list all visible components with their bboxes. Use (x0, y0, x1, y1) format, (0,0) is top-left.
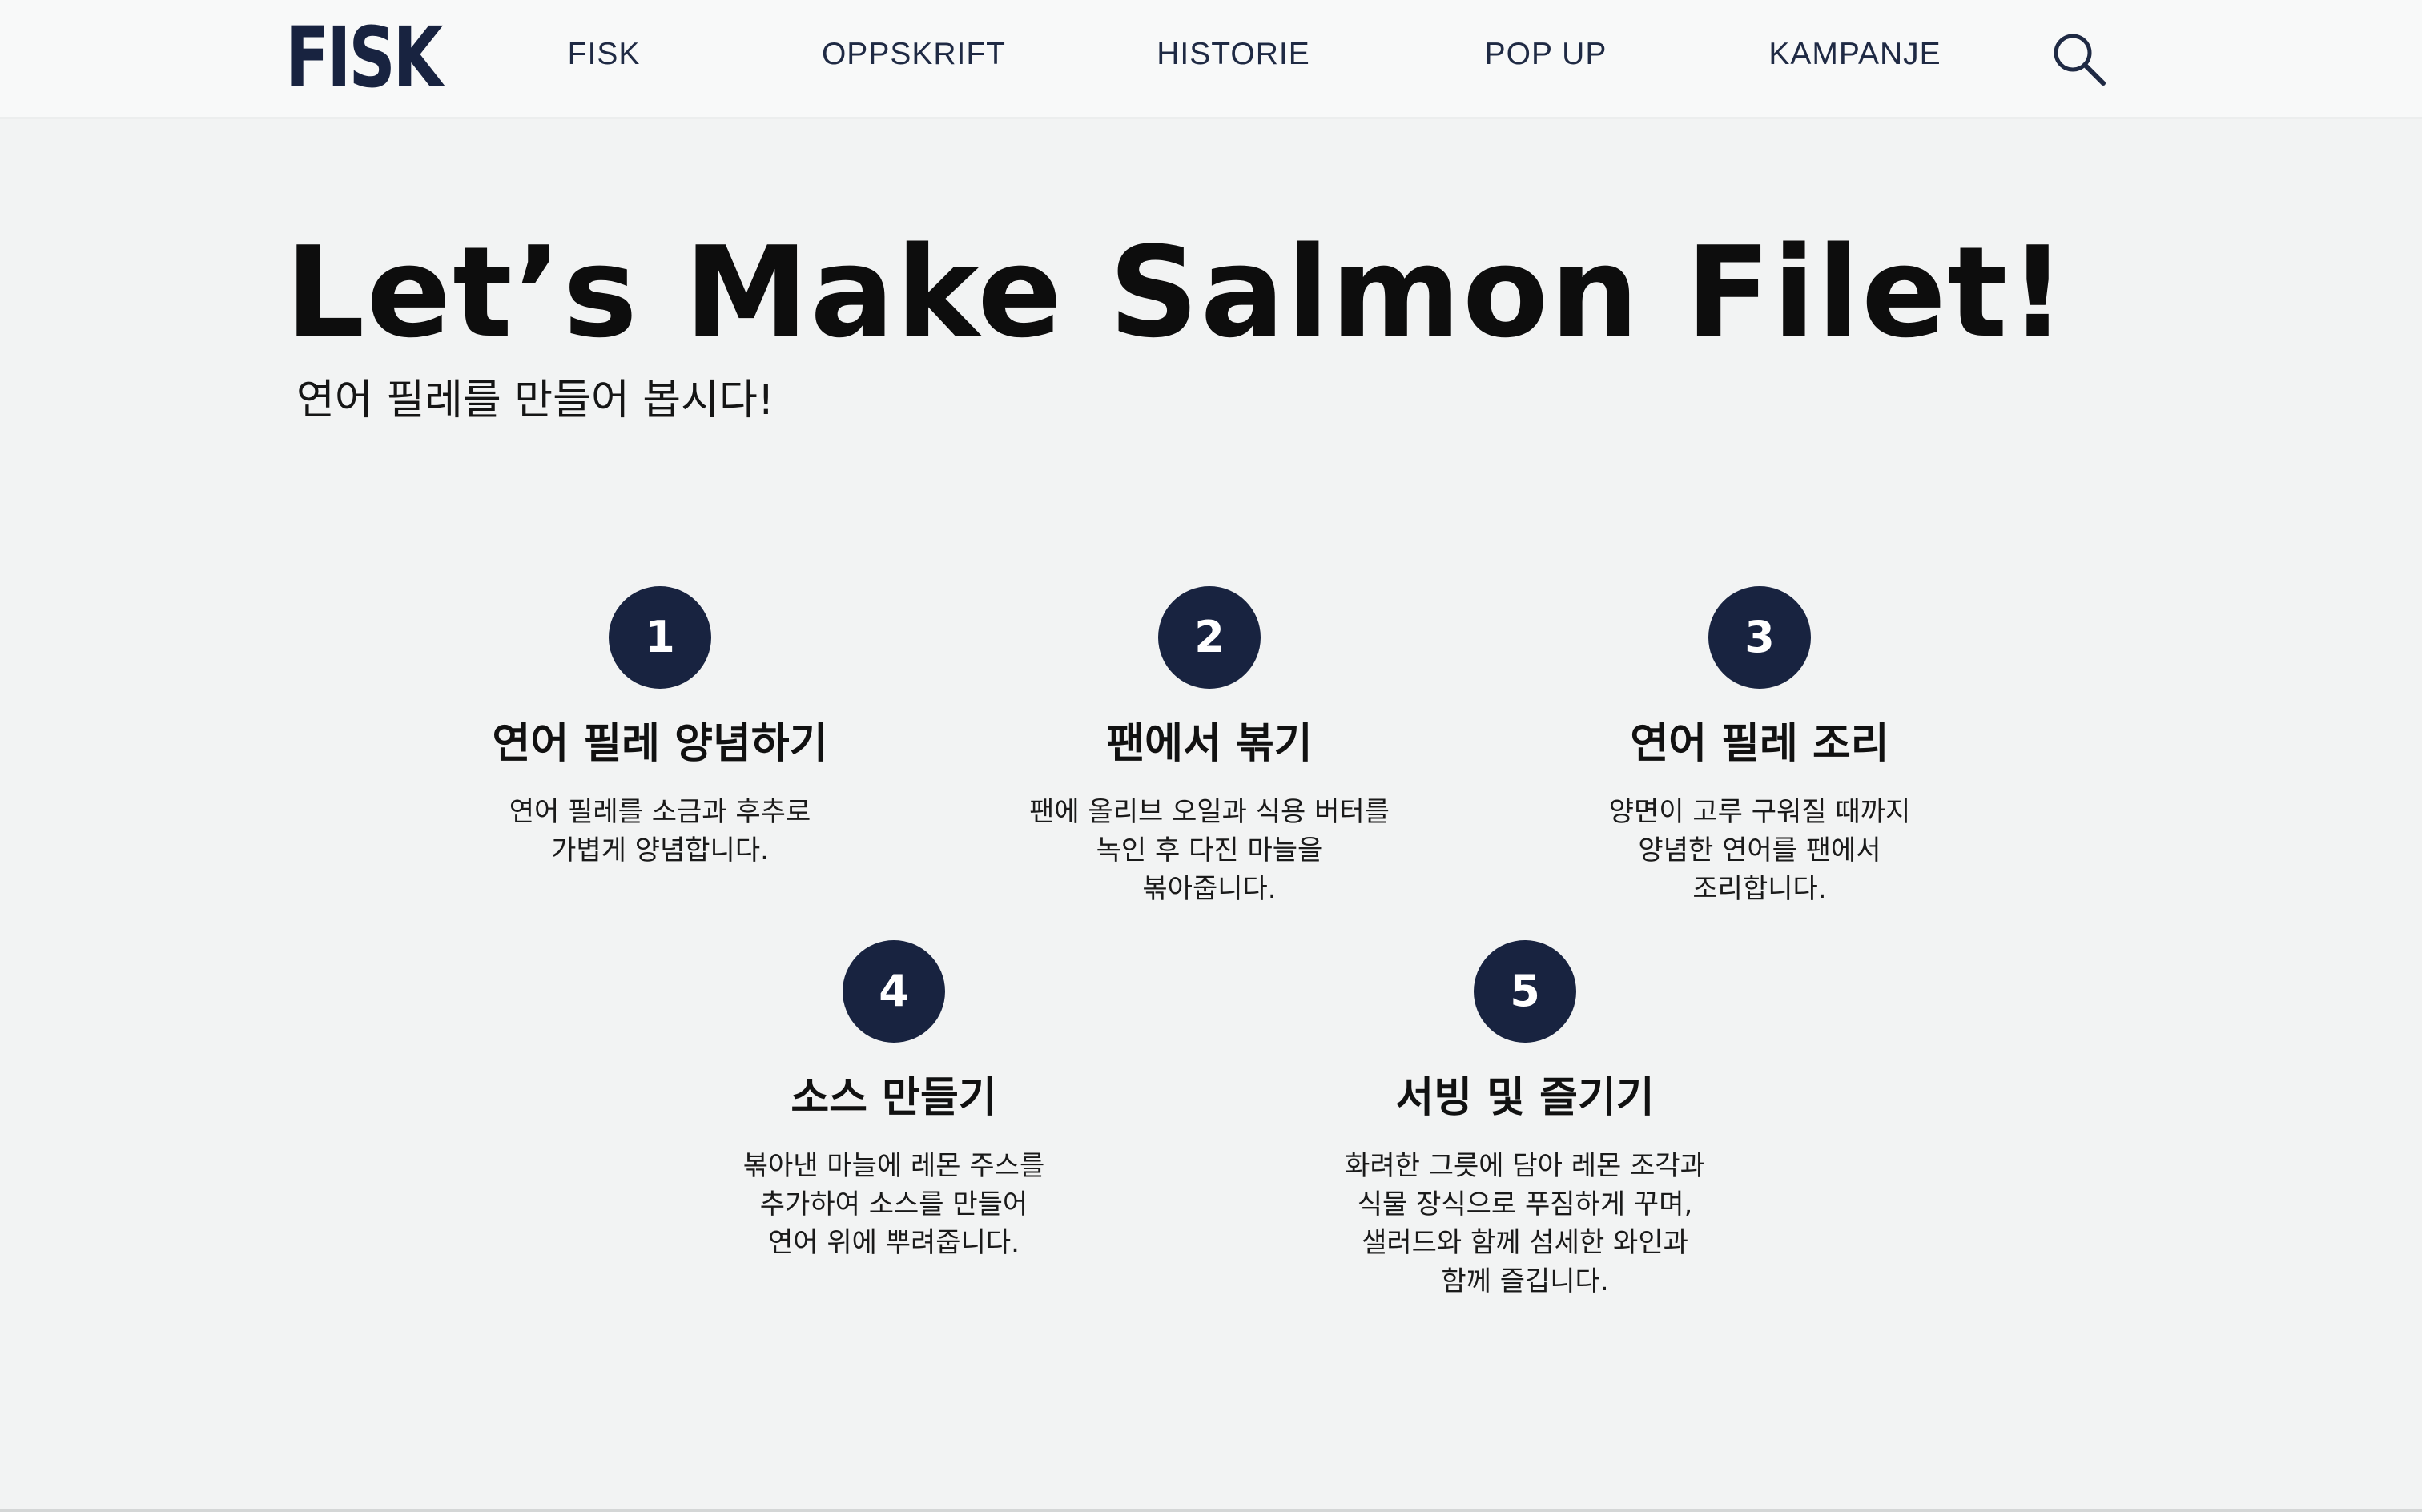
step-title: 연어 필레 양념하기 (492, 720, 828, 768)
step-description-line: 함께 즐깁니다. (1441, 1265, 1609, 1297)
page-subtitle: 연어 필레를 만들어 봅시다! (296, 376, 774, 424)
step-description-line: 샐러드와 함께 섬세한 와인과 (1362, 1227, 1688, 1259)
step-description-line: 연어 필레를 소금과 후추로 (509, 796, 811, 828)
search-button[interactable] (2049, 29, 2110, 90)
step-description-line: 식물 장식으로 푸짐하게 꾸며, (1357, 1188, 1693, 1220)
step-description: 연어 필레를 소금과 후추로 가볍게 양념합니다. (452, 793, 868, 870)
step-description-line: 조리합니다. (1692, 873, 1827, 905)
nav-item-oppskrift[interactable]: OPPSKRIFT (810, 29, 1018, 80)
step-description-line: 양면이 고루 구워질 때까지 (1608, 796, 1911, 828)
site-logo[interactable]: FISK (285, 13, 444, 103)
nav-item-pop-up[interactable]: POP UP (1442, 29, 1650, 80)
bottom-divider (0, 1509, 2422, 1512)
recipe-step-1: 1 연어 필레 양념하기 연어 필레를 소금과 후추로 가볍게 양념합니다. (420, 586, 900, 870)
recipe-step-3: 3 연어 필레 조리 양면이 고루 구워질 때까지 양념한 연어를 팬에서 조리… (1519, 586, 2000, 908)
step-number-badge: 5 (1474, 940, 1576, 1043)
step-description-line: 연어 위에 뿌려줍니다. (768, 1227, 1020, 1259)
step-description-line: 볶아낸 마늘에 레몬 주스를 (742, 1150, 1045, 1182)
page-title: Let’s Make Salmon Filet! (285, 219, 2068, 365)
step-description-line: 가볍게 양념합니다. (551, 834, 769, 867)
step-description-line: 양념한 연어를 팬에서 (1638, 834, 1881, 867)
step-number-badge: 1 (609, 586, 711, 689)
nav-item-historie[interactable]: HISTORIE (1129, 29, 1338, 80)
step-description-line: 녹인 후 다진 마늘을 (1096, 834, 1323, 867)
recipe-step-2: 2 팬에서 볶기 팬에 올리브 오일과 식용 버터를 녹인 후 다진 마늘을 볶… (969, 586, 1450, 908)
step-title: 서빙 및 즐기기 (1395, 1074, 1655, 1122)
step-description-line: 화려한 그릇에 담아 레몬 조각과 (1345, 1150, 1705, 1182)
step-title: 소스 만들기 (791, 1074, 997, 1122)
recipe-step-5: 5 서빙 및 즐기기 화려한 그릇에 담아 레몬 조각과 식물 장식으로 푸짐하… (1285, 940, 1765, 1301)
step-description: 팬에 올리브 오일과 식용 버터를 녹인 후 다진 마늘을 볶아줍니다. (1001, 793, 1418, 908)
step-number-badge: 3 (1708, 586, 1811, 689)
step-description-line: 추가하여 소스를 만들어 (759, 1188, 1028, 1220)
nav-item-fisk[interactable]: FISK (500, 29, 708, 80)
step-number-badge: 4 (843, 940, 945, 1043)
nav-item-kampanje[interactable]: KAMPANJE (1751, 29, 1959, 80)
step-description: 화려한 그릇에 담아 레몬 조각과 식물 장식으로 푸짐하게 꾸며, 샐러드와 … (1317, 1147, 1733, 1301)
top-nav-bar: FISK FISK OPPSKRIFT HISTORIE POP UP KAMP… (0, 0, 2422, 119)
step-description-line: 볶아줍니다. (1142, 873, 1277, 905)
step-description: 양면이 고루 구워질 때까지 양념한 연어를 팬에서 조리합니다. (1551, 793, 1968, 908)
search-icon (2054, 34, 2106, 86)
step-number-badge: 2 (1158, 586, 1261, 689)
step-title: 연어 필레 조리 (1630, 720, 1889, 768)
step-description: 볶아낸 마늘에 레몬 주스를 추가하여 소스를 만들어 연어 위에 뿌려줍니다. (686, 1147, 1102, 1262)
step-description-line: 팬에 올리브 오일과 식용 버터를 (1029, 796, 1390, 828)
recipe-step-4: 4 소스 만들기 볶아낸 마늘에 레몬 주스를 추가하여 소스를 만들어 연어 … (654, 940, 1134, 1262)
step-title: 팬에서 볶기 (1106, 720, 1313, 768)
